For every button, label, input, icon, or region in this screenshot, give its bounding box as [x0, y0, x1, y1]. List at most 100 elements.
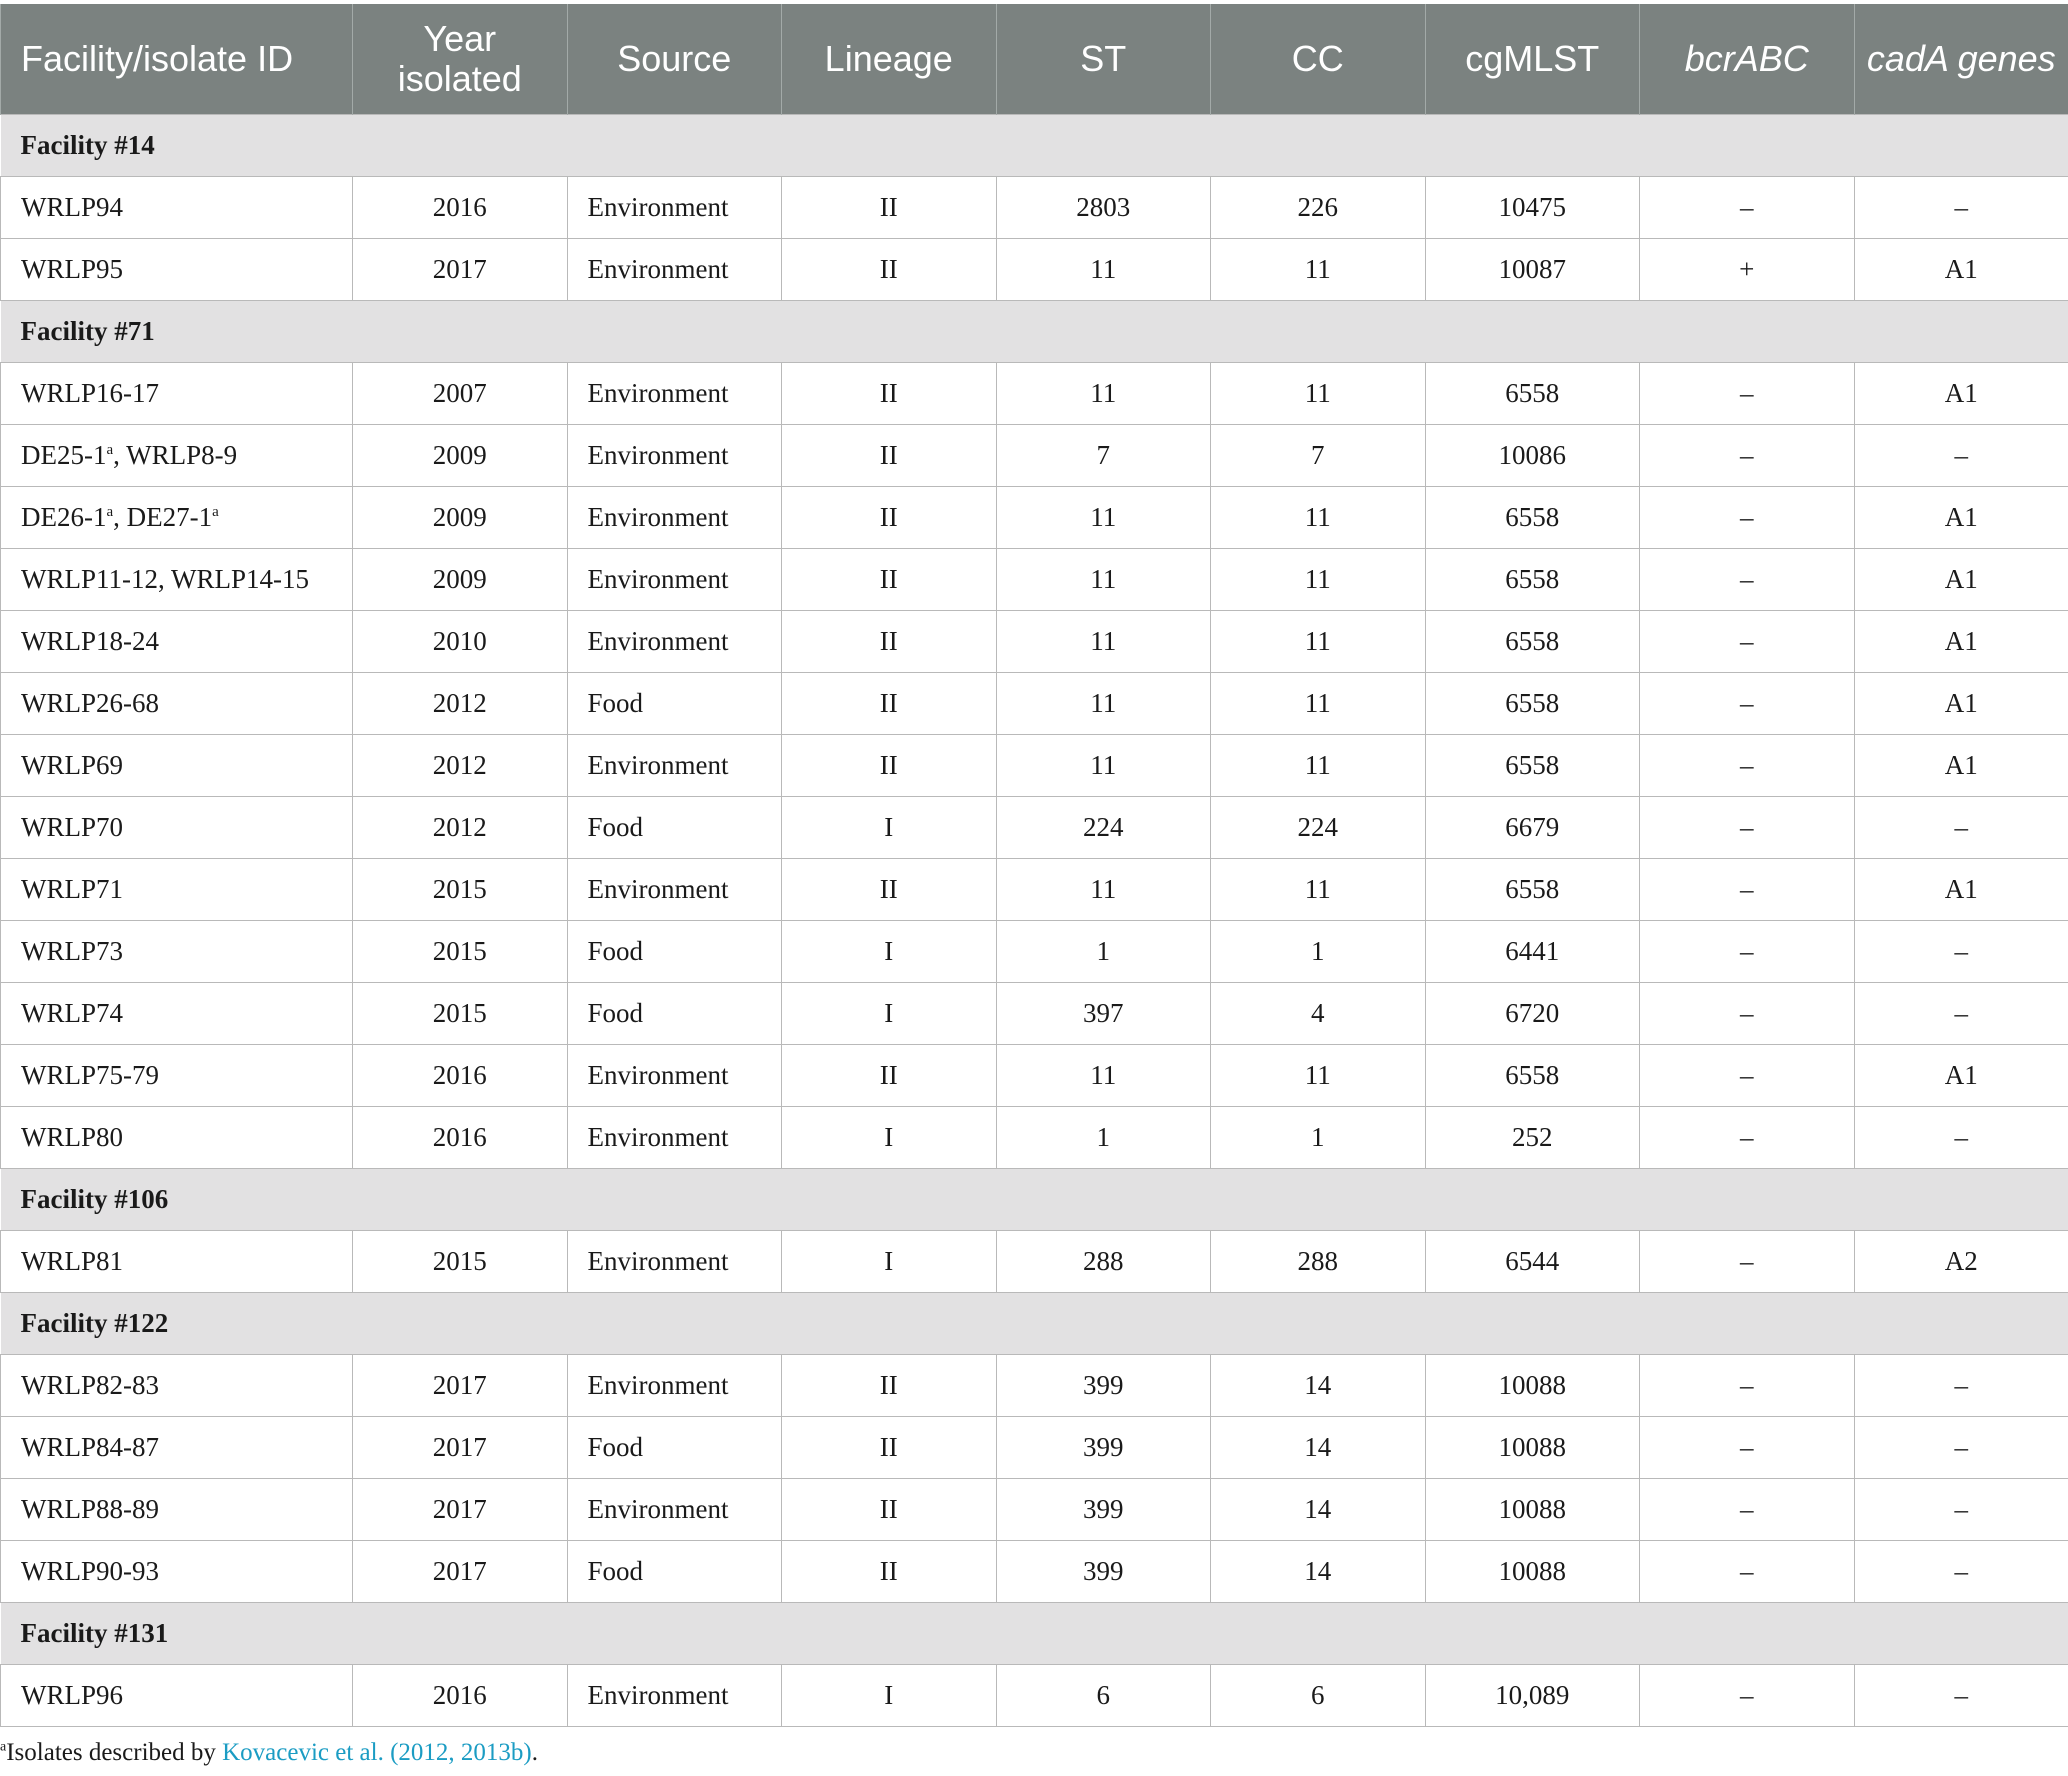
table-row: WRLP88-89 2017 Environment II 399 14 10088– – [0, 1478, 2068, 1541]
table-body: Facility #14 WRLP94 2016 Environment II 2803 2… [0, 114, 2068, 1727]
facility-group-row: Facility #106 [0, 1168, 2068, 1231]
cell-lineage: II [781, 858, 997, 921]
facility-group-row: Facility #14 [0, 114, 2068, 177]
cell-lineage: II [781, 238, 997, 301]
cell-year: 2009 [352, 486, 568, 549]
facility-group-label: Facility #122 [0, 1292, 2068, 1355]
table-row: WRLP82-83 2017 Environment II 399 14 10088– – [0, 1354, 2068, 1417]
footnote-reference-link[interactable]: Kovacevic et al. (2012, 2013b) [222, 1739, 532, 1766]
cell-isolate-id: WRLP80 [0, 1106, 353, 1169]
cell-cc: 11 [1210, 548, 1426, 611]
cell-bcrabc: – [1639, 176, 1855, 239]
facility-group-label: Facility #106 [0, 1168, 2068, 1231]
cell-source: Environment [566, 734, 782, 797]
cell-year: 2015 [352, 1230, 568, 1293]
cell-cc: 14 [1210, 1354, 1426, 1417]
cell-st: 397 [995, 982, 1211, 1045]
cell-st: 399 [995, 1416, 1211, 1479]
table-row: DE25-1a, WRLP8-9 2009 Environment II 7 7 10086… [0, 424, 2068, 487]
cell-bcrabc: – [1639, 1540, 1855, 1603]
cell-st: 11 [995, 1044, 1211, 1107]
cell-st: 11 [995, 548, 1211, 611]
cell-year: 2016 [352, 176, 568, 239]
cell-cc: 1 [1210, 1106, 1426, 1169]
cell-st: 11 [995, 486, 1211, 549]
cell-lineage: II [781, 424, 997, 487]
facility-group-label: Facility #71 [0, 300, 2068, 363]
table-row: WRLP16-17 2007 Environment II 11 11 6558– A1 [0, 362, 2068, 425]
cell-bcrabc: – [1639, 610, 1855, 673]
cell-st: 1 [995, 1106, 1211, 1169]
cell-bcrabc: – [1639, 1354, 1855, 1417]
cell-st: 11 [995, 362, 1211, 425]
header-year-isolated: Year isolated [352, 4, 568, 115]
cell-st: 11 [995, 858, 1211, 921]
cell-isolate-id: WRLP11-12, WRLP14-15 [0, 548, 353, 611]
table-row: WRLP95 2017 Environment II 11 11 10087 + A1 [0, 238, 2068, 301]
table-row: WRLP71 2015 Environment II 11 11 6558– A1 [0, 858, 2068, 921]
cell-cc: 6 [1210, 1664, 1426, 1727]
cell-year: 2015 [352, 920, 568, 983]
cell-cc: 14 [1210, 1540, 1426, 1603]
cell-cada: A1 [1853, 734, 2068, 797]
cell-year: 2017 [352, 1540, 568, 1603]
cell-cgmlst: 6544 [1424, 1230, 1640, 1293]
cell-cgmlst: 6558 [1424, 734, 1640, 797]
facility-group-label: Facility #131 [0, 1602, 2068, 1665]
cell-lineage: I [781, 920, 997, 983]
cell-cgmlst: 6558 [1424, 672, 1640, 735]
cell-isolate-id: WRLP69 [0, 734, 353, 797]
cell-cc: 7 [1210, 424, 1426, 487]
cell-st: 11 [995, 672, 1211, 735]
cell-cc: 288 [1210, 1230, 1426, 1293]
cell-cada: A1 [1853, 548, 2068, 611]
table-row: WRLP74 2015 Food I 397 4 6720– – [0, 982, 2068, 1045]
cell-cgmlst: 10088 [1424, 1416, 1640, 1479]
cell-cc: 11 [1210, 858, 1426, 921]
header-row: Facility/isolate ID Year isolated Source… [0, 4, 2068, 115]
cell-year: 2009 [352, 424, 568, 487]
cell-bcrabc: – [1639, 486, 1855, 549]
cell-bcrabc: – [1639, 1478, 1855, 1541]
cell-bcrabc: – [1639, 858, 1855, 921]
cell-source: Food [566, 1540, 782, 1603]
cell-isolate-id: WRLP18-24 [0, 610, 353, 673]
table-row: WRLP69 2012 Environment II 11 11 6558– A1 [0, 734, 2068, 797]
cell-year: 2015 [352, 858, 568, 921]
cell-cada: A1 [1853, 238, 2068, 301]
cell-cgmlst: 10475 [1424, 176, 1640, 239]
cell-lineage: II [781, 1354, 997, 1417]
header-cada-text: cadA genes [1866, 38, 2056, 79]
cell-cgmlst: 6558 [1424, 362, 1640, 425]
footnote: aIsolates described by Kovacevic et al. … [0, 1739, 538, 1767]
cell-isolate-id: WRLP75-79 [0, 1044, 353, 1107]
cell-st: 288 [995, 1230, 1211, 1293]
cell-isolate-id: WRLP96 [0, 1664, 353, 1727]
cell-year: 2015 [352, 982, 568, 1045]
header-bcrabc-text: bcrABC [1684, 38, 1809, 79]
cell-lineage: II [781, 548, 997, 611]
cell-year: 2012 [352, 796, 568, 859]
cell-lineage: I [781, 1664, 997, 1727]
header-facility-isolate-id: Facility/isolate ID [0, 4, 353, 115]
cell-cc: 11 [1210, 1044, 1426, 1107]
cell-bcrabc: – [1639, 1044, 1855, 1107]
cell-lineage: I [781, 1106, 997, 1169]
cell-cgmlst: 6558 [1424, 858, 1640, 921]
header-cgmlst: cgMLST [1424, 4, 1640, 115]
cell-source: Environment [566, 1230, 782, 1293]
cell-isolate-id: WRLP81 [0, 1230, 353, 1293]
cell-cgmlst: 6558 [1424, 610, 1640, 673]
table-row: WRLP18-24 2010 Environment II 11 11 6558– A1 [0, 610, 2068, 673]
cell-lineage: II [781, 734, 997, 797]
cell-lineage: II [781, 362, 997, 425]
cell-lineage: II [781, 1478, 997, 1541]
cell-lineage: I [781, 796, 997, 859]
table-row: WRLP90-93 2017 Food II 399 14 10088– – [0, 1540, 2068, 1603]
cell-cc: 11 [1210, 734, 1426, 797]
cell-cada: A1 [1853, 486, 2068, 549]
cell-st: 2803 [995, 176, 1211, 239]
cell-bcrabc: – [1639, 734, 1855, 797]
cell-year: 2012 [352, 734, 568, 797]
cell-source: Environment [566, 1354, 782, 1417]
